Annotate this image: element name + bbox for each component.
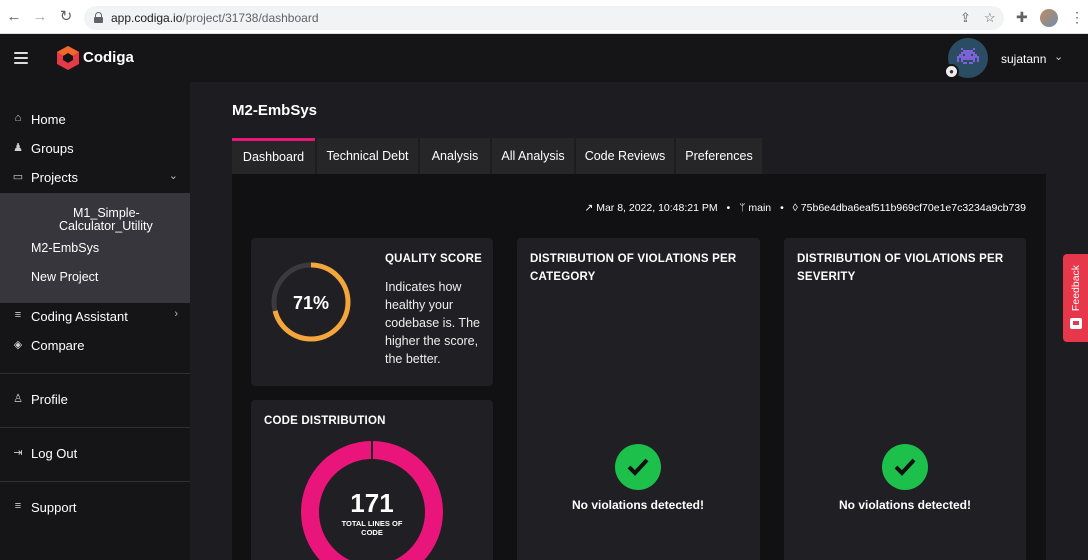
tab-technical-debt[interactable]: Technical Debt	[317, 138, 418, 174]
sidebar-item-profile[interactable]: ♙ Profile	[0, 387, 190, 413]
app-header: Codiga ● sujatann ⌄	[0, 34, 1088, 82]
feedback-label: Feedback	[1070, 264, 1082, 312]
violations-category-title: DISTRIBUTION OF VIOLATIONS PER CATEGORY	[530, 253, 737, 283]
commit-icon: ◊	[792, 202, 798, 214]
main-content: M2-EmbSys Dashboard Technical Debt Analy…	[190, 82, 1088, 560]
sidebar-item-label: Log Out	[31, 446, 78, 461]
github-icon: ●	[944, 64, 959, 79]
list-icon: ≡	[14, 309, 22, 321]
chevron-right-icon: ›	[174, 308, 178, 320]
dashboard-panel: ↗ Mar 8, 2022, 10:48:21 PM • ᛘ main • ◊ …	[232, 174, 1046, 560]
quality-score-description: Indicates how healthy your codebase is. …	[385, 280, 480, 366]
violations-category-card: DISTRIBUTION OF VIOLATIONS PER CATEGORY …	[517, 238, 760, 560]
sidebar-item-label: Compare	[31, 338, 85, 353]
branch-icon: ᛘ	[739, 202, 746, 214]
sidebar-item-label: Groups	[31, 141, 74, 156]
violations-severity-card: DISTRIBUTION OF VIOLATIONS PER SEVERITY …	[784, 238, 1026, 560]
feedback-button[interactable]: Feedback	[1063, 254, 1088, 342]
sidebar-item-label: Support	[31, 500, 77, 515]
address-bar[interactable]: app.codiga.io/project/31738/dashboard ⇪ …	[84, 6, 1004, 30]
branch-name: main	[748, 202, 772, 214]
user-icon: ♙	[13, 393, 23, 405]
sidebar-item-home[interactable]: ⌂ Home	[0, 107, 190, 133]
success-check-icon	[615, 444, 661, 490]
sidebar-divider	[0, 481, 190, 482]
sidebar-item-logout[interactable]: ⇥ Log Out	[0, 441, 190, 467]
support-icon: ≡	[14, 500, 22, 512]
browser-menu-icon[interactable]: ⋮	[1070, 9, 1084, 26]
separator-dot: •	[780, 202, 784, 214]
tab-code-reviews[interactable]: Code Reviews	[576, 138, 674, 174]
project-item-m2-embsys[interactable]: M2-EmbSys	[31, 241, 99, 255]
lock-icon	[94, 12, 103, 23]
sidebar-item-compare[interactable]: ◈ Compare	[0, 333, 190, 359]
sidebar-item-label: Projects	[31, 170, 78, 185]
back-arrow-icon[interactable]: ←	[6, 9, 22, 25]
page-title: M2-EmbSys	[232, 102, 318, 119]
tab-all-analysis[interactable]: All Analysis	[492, 138, 574, 174]
hamburger-menu-icon[interactable]	[14, 52, 28, 64]
total-lines-label: TOTAL LINES OF	[342, 519, 403, 528]
logout-icon: ⇥	[13, 447, 23, 459]
groups-icon: ♟	[13, 142, 23, 154]
projects-submenu: M1_Simple- Calculator_Utility M2-EmbSys …	[0, 193, 190, 303]
home-icon: ⌂	[14, 112, 22, 124]
codiga-logo-icon[interactable]	[56, 45, 80, 71]
forward-arrow-icon[interactable]: →	[32, 9, 48, 25]
project-item-m1-line2[interactable]: Calculator_Utility	[59, 219, 153, 233]
code-distribution-donut: 171 TOTAL LINES OF CODE	[301, 440, 443, 560]
layers-icon: ◈	[13, 339, 23, 351]
username[interactable]: sujatann	[1001, 52, 1046, 66]
code-distribution-card: CODE DISTRIBUTION 171 TOTAL LINES OF COD…	[251, 400, 493, 560]
chart-line-icon: ↗	[584, 202, 594, 214]
brand-name[interactable]: Codiga	[83, 49, 134, 66]
sidebar: ⌂ Home ♟ Groups ▭ Projects ⌄ M1_Simple- …	[0, 82, 190, 560]
quality-score-gauge: 71%	[271, 262, 351, 342]
briefcase-icon: ▭	[12, 171, 24, 183]
no-violations-message: No violations detected!	[571, 498, 705, 512]
extensions-puzzle-icon[interactable]: ✚	[1016, 9, 1028, 26]
separator-dot: •	[726, 202, 731, 214]
share-icon[interactable]: ⇪	[960, 10, 971, 26]
project-item-m1-line1[interactable]: M1_Simple-	[73, 206, 140, 220]
chevron-down-icon: ⌄	[168, 170, 178, 182]
browser-profile-avatar[interactable]	[1040, 9, 1058, 27]
violations-severity-title: DISTRIBUTION OF VIOLATIONS PER SEVERITY	[797, 253, 1004, 283]
tab-preferences[interactable]: Preferences	[676, 138, 762, 174]
bookmark-star-icon[interactable]: ☆	[984, 10, 996, 26]
code-distribution-title: CODE DISTRIBUTION	[264, 415, 386, 427]
analysis-date: Mar 8, 2022, 10:48:21 PM	[596, 202, 718, 214]
quality-score-value: 71%	[293, 293, 329, 313]
total-lines-label-2: CODE	[361, 528, 383, 537]
chevron-down-icon[interactable]: ⌄	[1054, 50, 1063, 63]
analysis-meta: ↗ Mar 8, 2022, 10:48:21 PM • ᛘ main • ◊ …	[584, 202, 1026, 214]
sidebar-item-coding-assistant[interactable]: ≡ Coding Assistant ›	[0, 304, 190, 330]
no-violations-message: No violations detected!	[838, 498, 972, 512]
sidebar-item-label: Home	[31, 112, 66, 127]
sidebar-item-label: Coding Assistant	[31, 309, 128, 324]
quality-score-card: 71% QUALITY SCORE Indicates how healthy …	[251, 238, 493, 386]
sidebar-item-label: Profile	[31, 392, 68, 407]
sidebar-divider	[0, 373, 190, 374]
sidebar-item-support[interactable]: ≡ Support	[0, 495, 190, 521]
reload-icon[interactable]: ↻	[58, 9, 74, 25]
total-lines-value: 171	[350, 488, 393, 518]
feedback-icon	[1070, 318, 1082, 329]
new-project-link[interactable]: New Project	[31, 270, 98, 284]
tab-dashboard[interactable]: Dashboard	[232, 138, 315, 174]
sidebar-item-groups[interactable]: ♟ Groups	[0, 136, 190, 162]
tab-analysis[interactable]: Analysis	[420, 138, 490, 174]
invader-avatar-icon	[957, 48, 979, 64]
browser-toolbar: ← → ↻ app.codiga.io/project/31738/dashbo…	[0, 0, 1088, 34]
sidebar-item-projects[interactable]: ▭ Projects ⌄	[0, 165, 190, 191]
url-text: app.codiga.io/project/31738/dashboard	[111, 11, 319, 25]
quality-score-title: QUALITY SCORE	[385, 253, 482, 265]
sidebar-divider	[0, 427, 190, 428]
commit-hash[interactable]: 75b6e4dba6eaf511b969cf70e1e7c3234a9cb739	[801, 202, 1026, 214]
success-check-icon	[882, 444, 928, 490]
